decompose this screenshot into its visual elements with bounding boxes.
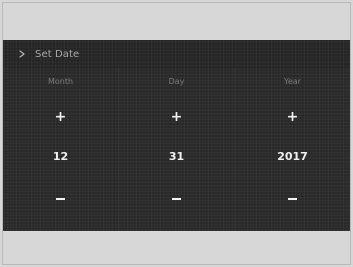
screen-header: Set Date: [3, 40, 350, 68]
month-increment-button[interactable]: +: [46, 106, 76, 128]
date-picker-columns: Month + 12 Day + 31 Year + 2017: [3, 68, 350, 231]
month-value: 12: [52, 150, 69, 163]
page-title: Set Date: [35, 48, 80, 60]
year-value: 2017: [277, 150, 308, 163]
plus-icon: +: [286, 109, 299, 125]
year-decrement-button[interactable]: [278, 188, 308, 210]
plus-icon: +: [170, 109, 183, 125]
day-label: Day: [168, 77, 185, 86]
minus-icon: [288, 198, 297, 200]
minus-icon: [56, 198, 65, 200]
year-label: Year: [284, 77, 301, 86]
month-decrement-button[interactable]: [46, 188, 76, 210]
set-date-screen: Set Date Month + 12 Day + 31 Year + 2017: [3, 40, 350, 231]
day-value: 31: [168, 150, 185, 163]
minus-icon: [172, 198, 181, 200]
year-increment-button[interactable]: +: [278, 106, 308, 128]
year-column: Year + 2017: [235, 68, 350, 231]
day-increment-button[interactable]: +: [162, 106, 192, 128]
day-decrement-button[interactable]: [162, 188, 192, 210]
chevron-right-icon[interactable]: [17, 49, 27, 59]
day-column: Day + 31: [119, 68, 235, 231]
month-label: Month: [47, 77, 74, 86]
plus-icon: +: [54, 109, 67, 125]
month-column: Month + 12: [3, 68, 119, 231]
